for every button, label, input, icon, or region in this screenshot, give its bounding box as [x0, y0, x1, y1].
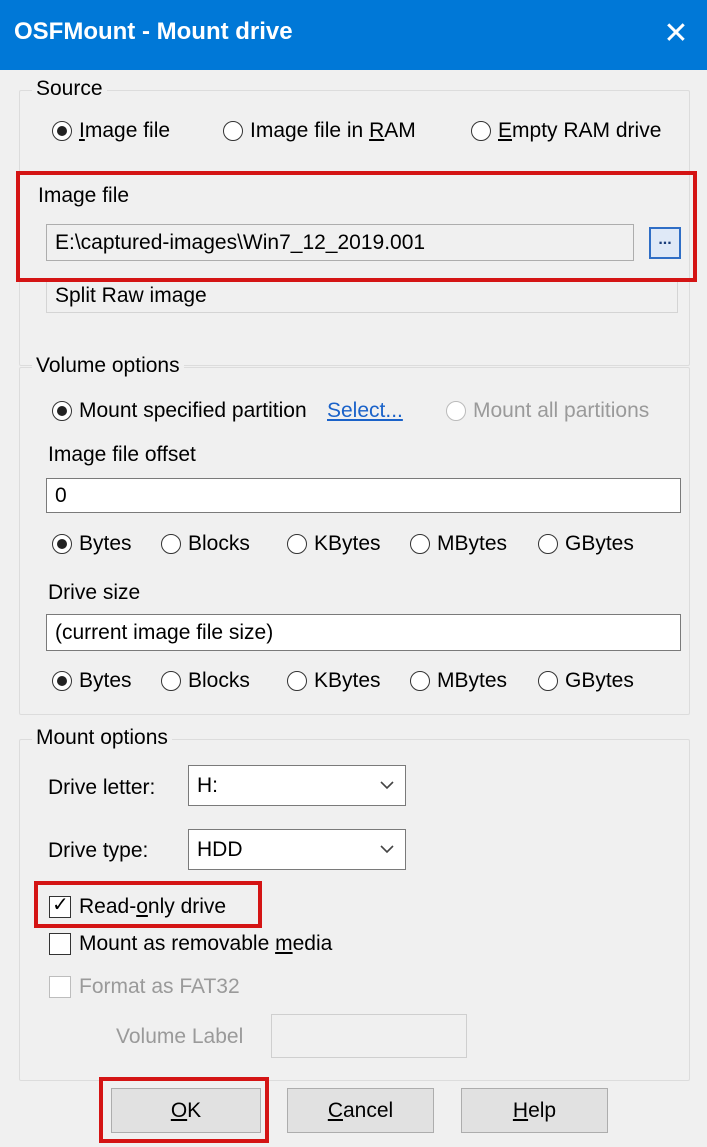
help-button[interactable]: Help [461, 1088, 608, 1133]
format-fat32-checkbox: Format as FAT32 [49, 975, 240, 999]
image-type-field: Split Raw image [46, 278, 678, 313]
offset-unit-mbytes-radio[interactable]: MBytes [410, 532, 507, 556]
radio-indicator [287, 671, 307, 691]
offset-unit-blocks-label: Blocks [188, 532, 250, 555]
size-unit-blocks-radio[interactable]: Blocks [161, 669, 250, 693]
source-image-ram-radio[interactable]: Image file in RAM [223, 119, 416, 143]
mount-specified-label: Mount specified partition [79, 399, 307, 422]
radio-indicator [52, 401, 72, 421]
radio-indicator [287, 534, 307, 554]
offset-input[interactable]: 0 [46, 478, 681, 513]
mount-all-radio: Mount all partitions [446, 399, 649, 423]
removable-media-label: Mount as removable media [79, 932, 333, 955]
drive-size-input[interactable]: (current image file size) [46, 614, 681, 651]
image-file-highlight [16, 171, 697, 282]
drive-type-select[interactable]: HDD [188, 829, 406, 870]
checkbox-indicator [49, 976, 71, 998]
radio-indicator [471, 121, 491, 141]
source-empty-ram-radio[interactable]: Empty RAM drive [471, 119, 661, 143]
drive-type-label: Drive type: [48, 839, 149, 862]
ok-button-highlight [99, 1077, 269, 1143]
radio-indicator [410, 671, 430, 691]
size-unit-bytes-label: Bytes [79, 669, 132, 692]
close-icon[interactable]: ✕ [645, 0, 707, 70]
drive-size-label: Drive size [48, 581, 141, 604]
size-unit-mbytes-radio[interactable]: MBytes [410, 669, 507, 693]
size-unit-kbytes-label: KBytes [314, 669, 381, 692]
source-image-file-radio[interactable]: Image file [52, 119, 170, 143]
source-image-ram-label: Image file in RAM [250, 119, 416, 142]
format-fat32-label: Format as FAT32 [79, 975, 240, 998]
source-image-file-label: Image file [79, 119, 171, 142]
radio-indicator [161, 671, 181, 691]
size-unit-bytes-radio[interactable]: Bytes [52, 669, 132, 693]
mount-drive-dialog: OSFMount - Mount drive ✕ Source Image fi… [0, 0, 707, 1147]
cancel-button-label: Cancel [327, 1098, 394, 1122]
size-unit-blocks-label: Blocks [188, 669, 250, 692]
source-empty-ram-label: Empty RAM drive [498, 119, 662, 142]
drive-letter-label: Drive letter: [48, 776, 156, 799]
offset-label: Image file offset [48, 443, 196, 466]
chevron-down-icon [380, 781, 394, 790]
radio-indicator [223, 121, 243, 141]
volume-options-legend: Volume options [32, 354, 184, 378]
offset-unit-bytes-radio[interactable]: Bytes [52, 532, 132, 556]
size-unit-mbytes-label: MBytes [437, 669, 508, 692]
drive-letter-select[interactable]: H: [188, 765, 406, 806]
mount-options-legend: Mount options [32, 726, 172, 750]
offset-unit-kbytes-label: KBytes [314, 532, 381, 555]
offset-unit-bytes-label: Bytes [79, 532, 132, 555]
radio-indicator [52, 121, 72, 141]
radio-indicator [446, 401, 466, 421]
radio-indicator [410, 534, 430, 554]
cancel-button[interactable]: Cancel [287, 1088, 434, 1133]
offset-unit-kbytes-radio[interactable]: KBytes [287, 532, 381, 556]
size-unit-kbytes-radio[interactable]: KBytes [287, 669, 381, 693]
offset-unit-blocks-radio[interactable]: Blocks [161, 532, 250, 556]
drive-letter-value: H: [197, 773, 218, 797]
mount-specified-radio[interactable]: Mount specified partition [52, 399, 307, 423]
size-unit-gbytes-radio[interactable]: GBytes [538, 669, 634, 693]
checkbox-indicator [49, 933, 71, 955]
select-partition-link[interactable]: Select... [327, 399, 403, 423]
readonly-highlight [34, 881, 262, 928]
dialog-body: Source Image file Image file in RAM Empt… [6, 70, 701, 1147]
radio-indicator [538, 534, 558, 554]
size-unit-gbytes-label: GBytes [565, 669, 634, 692]
volume-label-label: Volume Label [116, 1025, 244, 1048]
help-button-label: Help [512, 1098, 557, 1122]
offset-unit-mbytes-label: MBytes [437, 532, 508, 555]
drive-type-value: HDD [197, 837, 243, 861]
mount-all-label: Mount all partitions [473, 399, 650, 422]
volume-label-input [271, 1014, 467, 1058]
source-legend: Source [32, 77, 107, 101]
title-bar[interactable]: OSFMount - Mount drive ✕ [0, 0, 707, 70]
offset-unit-gbytes-label: GBytes [565, 532, 634, 555]
radio-indicator [52, 534, 72, 554]
removable-media-checkbox[interactable]: Mount as removable media [49, 932, 332, 956]
chevron-down-icon [380, 845, 394, 854]
radio-indicator [161, 534, 181, 554]
radio-indicator [538, 671, 558, 691]
offset-unit-gbytes-radio[interactable]: GBytes [538, 532, 634, 556]
window-title: OSFMount - Mount drive [14, 18, 293, 45]
radio-indicator [52, 671, 72, 691]
